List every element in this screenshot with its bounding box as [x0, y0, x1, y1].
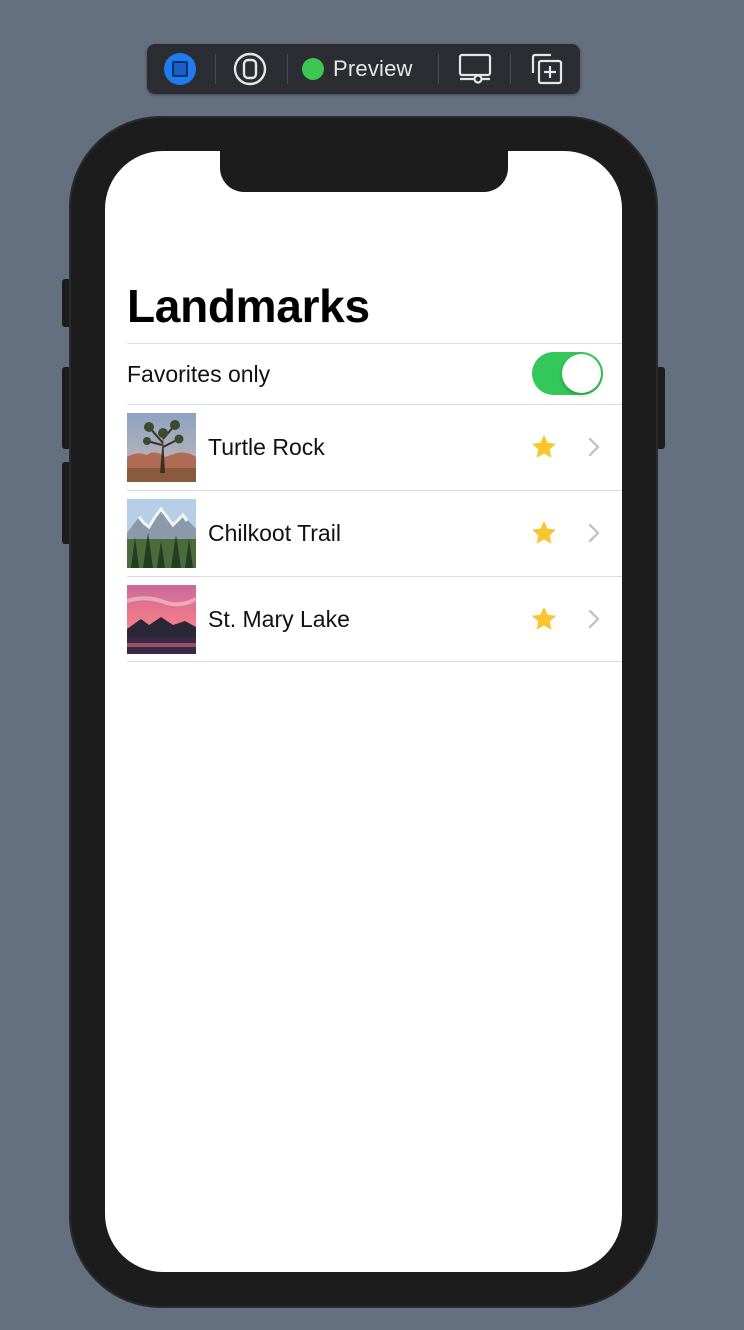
duplicate-preview-button[interactable] [529, 44, 565, 94]
toolbar-divider [510, 54, 511, 84]
divider [127, 490, 622, 491]
landmark-thumbnail [127, 499, 196, 568]
chevron-right-icon [588, 609, 600, 629]
preview-toolbar: Preview [147, 44, 580, 94]
divider [127, 404, 622, 405]
favorites-toggle-row: Favorites only [127, 345, 622, 403]
chevron-right-icon [588, 437, 600, 457]
live-preview-icon [164, 53, 196, 85]
favorites-toggle-label: Favorites only [127, 360, 271, 387]
landmark-thumbnail [127, 585, 196, 654]
landmark-name: Turtle Rock [208, 434, 325, 460]
toggle-knob [562, 354, 601, 393]
status-dot-icon [302, 58, 324, 80]
landmark-name: St. Mary Lake [208, 606, 350, 632]
landmark-thumbnail [127, 413, 196, 482]
divider [127, 661, 622, 662]
phone-screen: Landmarks Favorites only Turtle Rock Chi… [105, 151, 622, 1272]
toolbar-divider [438, 54, 439, 84]
list-item[interactable]: St. Mary Lake [127, 585, 622, 654]
chevron-right-icon [588, 523, 600, 543]
landmark-name: Chilkoot Trail [208, 520, 341, 546]
page-title: Landmarks [127, 280, 370, 332]
star-icon [531, 435, 557, 458]
favorites-toggle[interactable] [532, 352, 603, 395]
toolbar-divider [287, 54, 288, 84]
preview-status-button[interactable]: Preview [302, 44, 422, 94]
list-item[interactable]: Chilkoot Trail [127, 499, 622, 568]
list-item[interactable]: Turtle Rock [127, 413, 622, 482]
star-icon [531, 521, 557, 544]
divider [127, 343, 622, 344]
notch [220, 151, 508, 192]
divider [127, 576, 622, 577]
toolbar-divider [215, 54, 216, 84]
preview-label: Preview [333, 56, 413, 81]
device-settings-icon [458, 53, 492, 84]
duplicate-preview-icon [531, 53, 563, 85]
device-icon [233, 52, 267, 86]
device-settings-button[interactable] [457, 44, 493, 94]
live-preview-button[interactable] [163, 44, 197, 94]
star-icon [531, 607, 557, 630]
device-preview-button[interactable] [233, 44, 267, 94]
